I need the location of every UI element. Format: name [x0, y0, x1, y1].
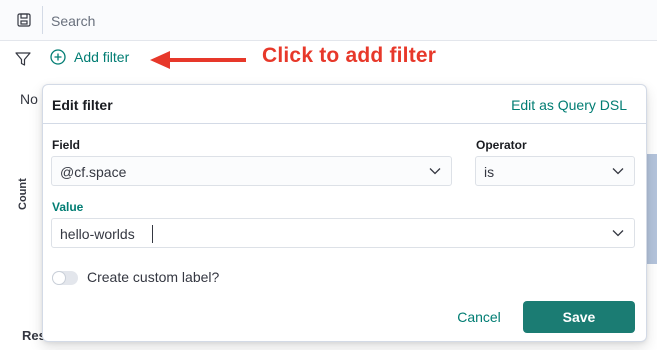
- operator-select-value: is: [484, 164, 495, 180]
- save-button[interactable]: Save: [523, 301, 635, 333]
- background-partial-text: No: [20, 91, 38, 107]
- toggle-knob: [53, 272, 65, 284]
- popover-header: Edit filter Edit as Query DSL: [43, 85, 646, 124]
- chevron-down-icon: [429, 168, 441, 175]
- search-input[interactable]: [43, 4, 653, 38]
- chevron-down-icon: [612, 230, 624, 237]
- text-cursor: [152, 225, 153, 243]
- edit-as-query-dsl-link[interactable]: Edit as Query DSL: [511, 97, 627, 113]
- saved-query-button[interactable]: [6, 6, 43, 34]
- operator-select[interactable]: is: [475, 156, 635, 186]
- annotation-text: Click to add filter: [262, 44, 437, 67]
- annotation-arrow-icon: [150, 51, 246, 69]
- operator-label: Operator: [476, 138, 527, 152]
- plus-in-circle-icon: [50, 49, 66, 65]
- popover-title: Edit filter: [52, 97, 113, 113]
- add-filter-label: Add filter: [74, 49, 130, 65]
- custom-label-toggle[interactable]: [52, 271, 78, 285]
- save-icon: [17, 13, 31, 27]
- field-label: Field: [52, 138, 81, 152]
- chevron-down-icon: [612, 168, 624, 175]
- cancel-button[interactable]: Cancel: [443, 301, 515, 333]
- value-input-text: hello-worlds: [60, 226, 135, 242]
- field-select[interactable]: @cf.space: [51, 156, 452, 186]
- query-bar: [0, 0, 657, 41]
- custom-label-toggle-label: Create custom label?: [87, 269, 220, 285]
- field-select-value: @cf.space: [60, 164, 127, 180]
- filter-icon[interactable]: [14, 50, 32, 68]
- value-combobox[interactable]: hello-worlds: [51, 218, 635, 248]
- edit-filter-popover: Edit filter Edit as Query DSL Field @cf.…: [42, 84, 647, 342]
- value-label: Value: [52, 200, 84, 214]
- chart-y-axis-label: Count: [17, 178, 29, 210]
- background-chart-bar: [646, 154, 657, 264]
- add-filter-button[interactable]: Add filter: [50, 49, 129, 65]
